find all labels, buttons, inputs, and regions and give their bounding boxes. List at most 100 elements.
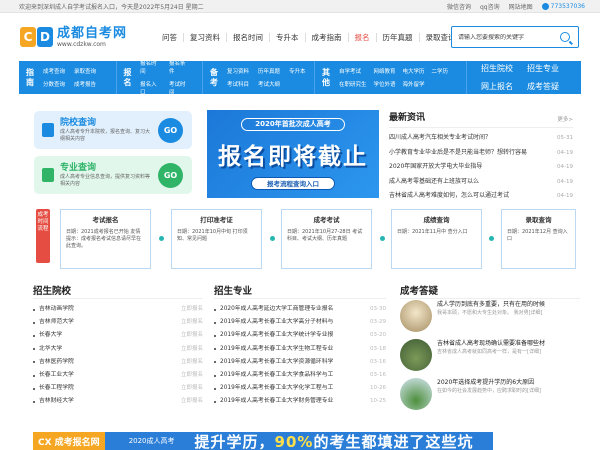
site-logo[interactable]: C D 成都自考网 www.cdzkw.com <box>20 25 138 48</box>
news-text: 吉林省成人高考难度如何，怎么可以通过考试 <box>389 192 510 199</box>
news-text: 成人高考零基础还有上班族可以么 <box>389 177 480 185</box>
category-link[interactable] <box>432 80 449 88</box>
quick-link-majors[interactable]: 招生专业 <box>527 63 559 74</box>
list-item[interactable]: 吉林动画学院 立即报名 <box>33 303 203 316</box>
list-item[interactable]: 2020年选择成考提升学历的6大原因 在如今的社会发展趋势中，应聘求职时的[详细… <box>400 378 580 410</box>
category-link[interactable]: 复习资料 <box>227 67 249 75</box>
banner-button[interactable]: 报考流程查询入口 <box>251 177 335 190</box>
nav-upgrade[interactable]: 专升本 <box>270 32 306 42</box>
news-more-link[interactable]: 更多> <box>557 115 573 123</box>
list-item[interactable]: 2020年成人高考延边大学工商管理专业报名 03-30 <box>214 303 386 316</box>
nav-guide[interactable]: 成考指南 <box>306 32 349 42</box>
list-item[interactable]: 2020年国家开放大学电大毕业指导 04-19 <box>389 160 573 175</box>
quick-link-answers[interactable]: 成考答疑 <box>527 81 559 92</box>
news-date: 04-19 <box>557 149 573 156</box>
list-item[interactable]: 北华大学 立即报名 <box>33 343 203 356</box>
list-item[interactable]: 吉林省成人高考现场确认需要准备哪些材 吉林省成人高考就如同高考一样，是有一[详细… <box>400 339 580 371</box>
category-link[interactable]: 历年真题 <box>258 67 280 75</box>
step-admission-result[interactable]: 录取查询 日期：2021年12月 查询入口 <box>501 209 576 269</box>
list-item[interactable]: 成人学历到底有多重要，只有在用的时候 我哥本硕，不愿和大专生处对象。 我对男[详… <box>400 300 580 332</box>
list-item[interactable]: 2019年成人高考长春工业大学财务管理专业 10-25 <box>214 395 386 408</box>
news-text: 四川成人高考汽车相关专业考试时间？ <box>389 134 492 141</box>
register-link[interactable]: 立即报名 <box>181 329 203 342</box>
step-admission-ticket[interactable]: 打印准考证 日期：2021年10月中旬 打印须知、常见问题 <box>171 209 262 269</box>
qq-link[interactable]: qq咨询 <box>480 2 500 11</box>
category-link[interactable]: 二学历 <box>432 67 449 75</box>
register-link[interactable]: 立即报名 <box>181 343 203 356</box>
category-link[interactable]: 网络教育 <box>374 67 396 75</box>
list-item[interactable]: 长春工业大学 立即报名 <box>33 369 203 382</box>
go-button[interactable]: GO <box>158 163 183 188</box>
category-link[interactable] <box>289 80 306 88</box>
search-icon[interactable] <box>560 32 570 42</box>
register-link[interactable]: 立即报名 <box>181 356 203 369</box>
category-link[interactable]: 录取查询 <box>74 67 96 75</box>
register-link[interactable]: 立即报名 <box>181 382 203 395</box>
list-item[interactable]: 2019年成人高考长春工业大学资源循环科学 03-16 <box>214 356 386 369</box>
category-link[interactable]: 报名入口 <box>140 80 160 96</box>
college-query-card[interactable]: 院校查询 成人高考专升本院校，报名查询、复习大纲相关内容 GO <box>34 111 192 149</box>
latest-news: 最新资讯 更多> 四川成人高考汽车相关专业考试时间？ 05-31 小学教育专业毕业… <box>389 110 573 204</box>
category-link[interactable]: 电大学历 <box>403 67 425 75</box>
nav-qa[interactable]: 问答 <box>156 32 184 42</box>
category-link[interactable]: 考试时间 <box>169 80 189 96</box>
registration-banner[interactable]: 2020年首批次成人高考 报名即将截止 报考流程查询入口 <box>207 110 379 198</box>
category-link[interactable]: 专升本 <box>289 67 306 75</box>
step-exam[interactable]: 成考考试 日期：2021年10月27-28日 考试科目、考试大纲、历年真题 <box>281 209 372 269</box>
sitemap-link[interactable]: 网站地图 <box>509 2 533 11</box>
list-item[interactable]: 小学教育专业毕业后是不是只能当老师？想转行容易 04-19 <box>389 146 573 161</box>
list-item[interactable]: 2019年成人高考长春工业大学化学工程与工 10-26 <box>214 382 386 395</box>
register-link[interactable]: 立即报名 <box>181 316 203 329</box>
list-item[interactable]: 长春大学 立即报名 <box>33 329 203 342</box>
step-score-query[interactable]: 成绩查询 日期：2021年11月中 查分入口 <box>391 209 482 269</box>
nav-past-exams[interactable]: 历年真题 <box>377 32 420 42</box>
category-link[interactable]: 成考报告 <box>74 80 96 88</box>
banner-slogan: 提升学历，90%的考生都填进了这些坑 <box>195 432 474 450</box>
register-link[interactable]: 立即报名 <box>181 303 203 316</box>
list-item[interactable]: 吉林省成人高考难度如何，怎么可以通过考试 04-19 <box>389 189 573 204</box>
list-item[interactable]: 吉林医药学院 立即报名 <box>33 356 203 369</box>
category-link[interactable]: 在职研究生 <box>339 80 367 88</box>
card-desc: 成人高考专升本院校，报名查询、复习大纲相关内容 <box>60 128 151 142</box>
major-query-card[interactable]: 专业查询 成人高考专业信息查询，提供复习资料等相关内容 GO <box>34 156 192 194</box>
list-item[interactable]: 吉林财经大学 立即报名 <box>33 395 203 408</box>
quick-link-colleges[interactable]: 招生院校 <box>481 63 513 74</box>
list-item[interactable]: 长春工程学院 立即报名 <box>33 382 203 395</box>
list-item[interactable]: 2019年成人高考长春工业大学生物工程专业 03-18 <box>214 343 386 356</box>
nav-registration-time[interactable]: 报名时间 <box>227 32 270 42</box>
nav-review-materials[interactable]: 复习资料 <box>184 32 227 42</box>
bottom-ad-banner[interactable]: CX 成考报名网 2020成人高考 提升学历，90%的考生都填进了这些坑 <box>33 432 493 450</box>
step-desc: 日期：2021成考报名已开始 友情提示：成考报名考试信息请尽早在此查询。 <box>66 229 142 249</box>
wechat-link[interactable]: 微信咨询 <box>447 2 471 11</box>
document-icon <box>42 123 54 137</box>
phone-number[interactable]: 773537036 <box>541 2 585 10</box>
step-registration[interactable]: 考试报名 日期：2021成考报名已开始 友情提示：成考报名考试信息请尽早在此查询… <box>60 209 151 269</box>
list-item[interactable]: 2019年成人高考长春工业大学高分子材料与 03-29 <box>214 316 386 329</box>
list-item[interactable]: 四川成人高考汽车相关专业考试时间？ 05-31 <box>389 131 573 146</box>
step-title: 录取查询 <box>525 216 552 224</box>
nav-register[interactable]: 报名 <box>349 32 377 42</box>
category-link[interactable]: 自学考试 <box>339 67 367 75</box>
list-item[interactable]: 2019年成人高考长春工业大学统计学专业报 03-20 <box>214 329 386 342</box>
category-title: 备考 <box>210 67 218 87</box>
category-link[interactable]: 考试科目 <box>227 80 249 88</box>
category-link[interactable]: 报名条件 <box>169 59 189 75</box>
category-link[interactable]: 成考查询 <box>43 67 65 75</box>
register-link[interactable]: 立即报名 <box>181 369 203 382</box>
major-name: 2019年成人高考长春工业大学生物工程专业 <box>220 345 334 352</box>
category-link[interactable]: 分数查询 <box>43 80 65 88</box>
list-item[interactable]: 2019年成人高考长春工业大学食品科学与工 03-16 <box>214 369 386 382</box>
logo-name: 成都自考网 <box>57 25 128 41</box>
register-link[interactable]: 立即报名 <box>181 395 203 408</box>
list-item[interactable]: 成人高考零基础还有上班族可以么 04-19 <box>389 175 573 190</box>
quick-link-online-register[interactable]: 网上报名 <box>481 81 513 92</box>
category-link[interactable]: 考试大纲 <box>258 80 280 88</box>
search-input[interactable] <box>452 33 552 41</box>
category-link[interactable]: 报名时间 <box>140 59 160 75</box>
category-link[interactable]: 海外留学 <box>403 80 425 88</box>
college-list: 吉林动画学院 立即报名 吉林师范大学 立即报名 长春大学 立即报名 北华大学 立即报名 … <box>33 303 203 409</box>
list-item[interactable]: 吉林师范大学 立即报名 <box>33 316 203 329</box>
go-button[interactable]: GO <box>158 118 183 143</box>
category-link[interactable]: 学位外语 <box>374 80 396 88</box>
step-title: 打印准考证 <box>200 216 233 224</box>
